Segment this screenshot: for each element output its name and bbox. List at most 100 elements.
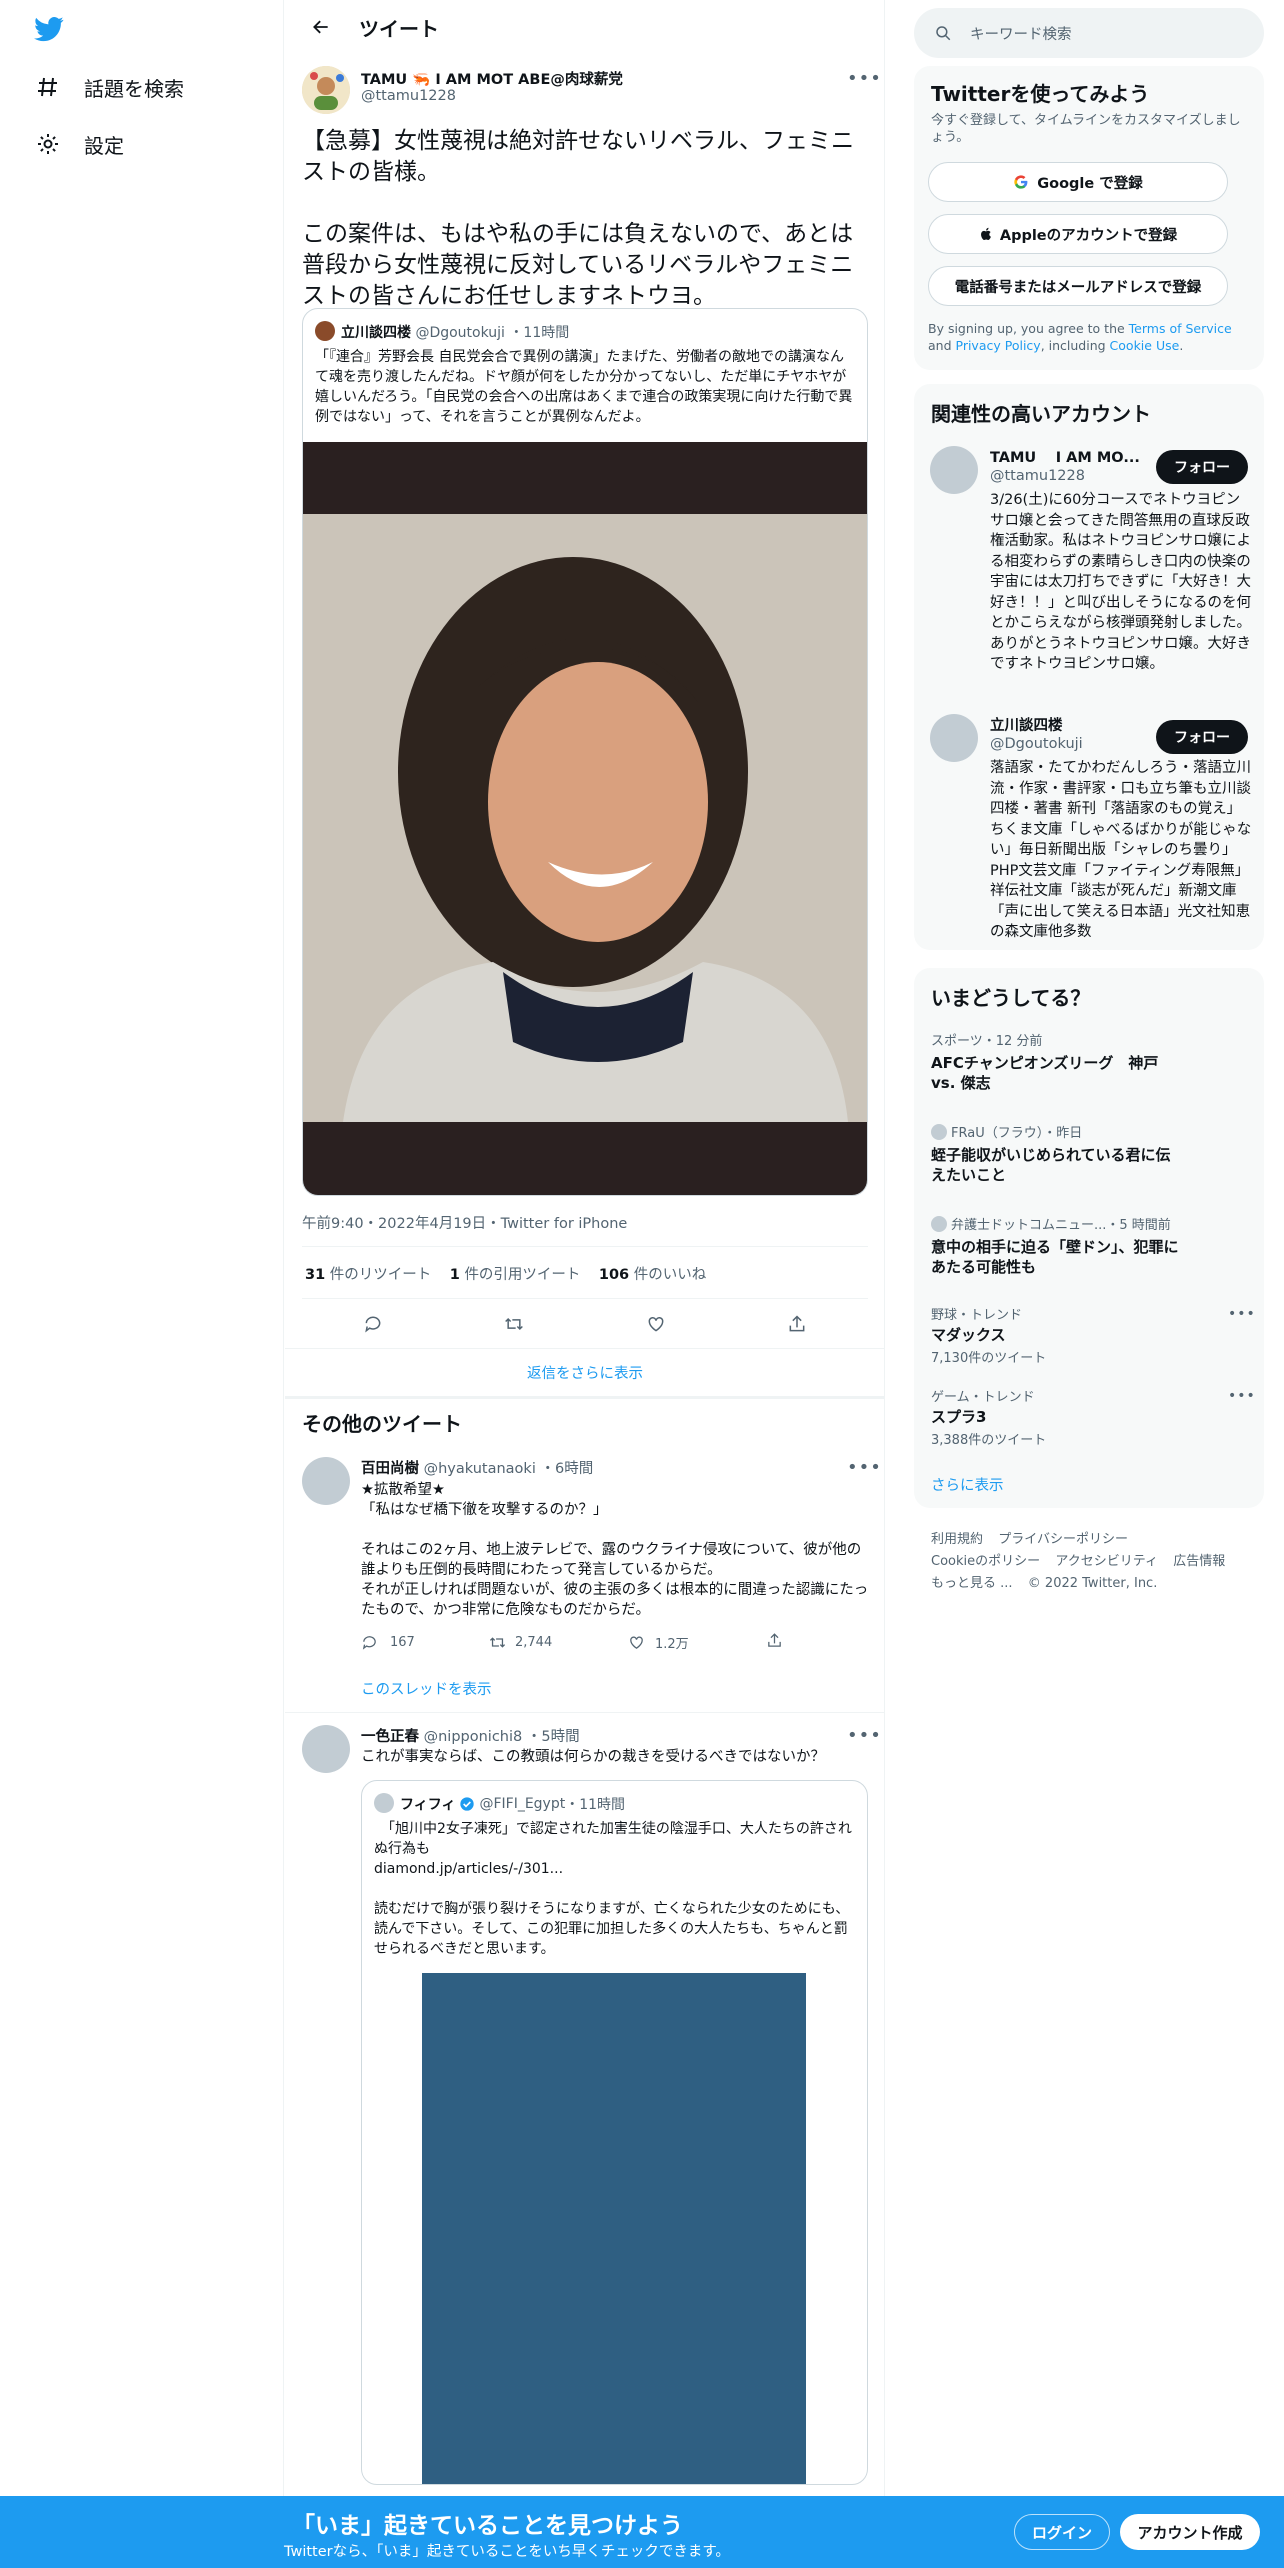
signup-title: Twitterを使ってみよう xyxy=(931,82,1150,106)
show-more-trends-link[interactable]: さらに表示 xyxy=(931,1474,1004,1495)
reply-button[interactable]: 167 xyxy=(361,1634,488,1651)
avatar[interactable] xyxy=(930,714,978,762)
account-handle[interactable]: @Dgoutokuji xyxy=(990,736,1083,752)
trend-item[interactable]: スポーツ・12 分前 AFCチャンピオンズリーグ 神戸 vs. 傑志 xyxy=(931,1030,1251,1093)
cookie-link[interactable]: Cookie Use xyxy=(1110,338,1180,353)
quote-header: 立川談四楼 @Dgoutokuji ・11時間 xyxy=(341,325,570,341)
retweet-count[interactable]: 31 件のリツイート xyxy=(305,1267,431,1283)
quoted-tweet[interactable]: 立川談四楼 @Dgoutokuji ・11時間 「『連合』芳野会長 自民党会合で… xyxy=(302,308,868,1196)
show-more-replies-link[interactable]: 返信をさらに表示 xyxy=(285,1362,885,1383)
trend-item[interactable]: FRaU（フラウ）・昨日 蛭子能収がいじめられている君に伝えたいこと xyxy=(931,1122,1251,1185)
trend-title: マダックス xyxy=(931,1326,1006,1344)
search-input[interactable]: キーワード検索 xyxy=(970,23,1072,44)
signup-button[interactable]: アカウント作成 xyxy=(1120,2514,1260,2550)
tweet-text: これが事実ならば、この教頭は何らかの裁きを受けるべきではないか？ xyxy=(361,1749,825,1765)
more-icon[interactable]: ••• xyxy=(847,1725,882,1746)
divider xyxy=(302,1246,868,1247)
quote-count[interactable]: 1 件の引用ツイート xyxy=(450,1267,581,1283)
footer-ads-link[interactable]: 広告情報 xyxy=(1173,1554,1225,1569)
follow-button[interactable]: フォロー xyxy=(1156,720,1248,754)
quoted-tweet[interactable]: フィフィ @FIFI_Egypt ・ 11時間 「旭川中2女子凍死」で認定された加… xyxy=(361,1780,868,2485)
account-name[interactable]: 立川談四楼 xyxy=(990,714,1063,735)
tweet-author-name[interactable]: 一色正春 xyxy=(361,1729,419,1745)
reply-icon[interactable] xyxy=(353,1304,393,1344)
more-icon[interactable]: ••• xyxy=(847,1457,882,1478)
footer-more-link[interactable]: もっと見る ... xyxy=(931,1576,1013,1591)
signup-terms: By signing up, you agree to the Terms of… xyxy=(928,321,1232,353)
trends-title: いまどうしてる？ xyxy=(931,986,1091,1010)
tweet-text: 【急募】女性蔑視は絶対許せないリベラル、フェミニストの皆様。 この案件は、もはや… xyxy=(302,128,854,309)
search-box[interactable]: キーワード検索 xyxy=(914,8,1264,58)
terms-link[interactable]: Terms of Service xyxy=(1129,321,1232,336)
footer-cookie-link[interactable]: Cookieのポリシー xyxy=(931,1554,1040,1569)
main-column: ツイート TAMU 🦐 I AM MOT ABE@肉球薪党 @ttamu1228… xyxy=(285,0,885,2568)
show-thread-link[interactable]: このスレッドを表示 xyxy=(361,1678,492,1699)
quote-author-name: フィフィ xyxy=(400,1797,456,1813)
quote-photo[interactable] xyxy=(422,1973,806,2484)
quote-photo[interactable] xyxy=(303,442,867,1195)
source-avatar xyxy=(931,1215,947,1232)
apple-icon xyxy=(979,226,994,242)
avatar[interactable] xyxy=(302,1725,350,1773)
google-icon xyxy=(1013,174,1029,190)
trend-category: FRaU（フラウ）・昨日 xyxy=(931,1122,1251,1141)
divider xyxy=(285,1396,885,1399)
nav-explore[interactable]: 話題を検索 xyxy=(34,63,184,111)
footer-accessibility-link[interactable]: アクセシビリティ xyxy=(1055,1554,1158,1569)
trend-item[interactable]: 野球・トレンド マダックス 7,130件のツイート xyxy=(931,1304,1251,1366)
trend-category: 弁護士ドットコムニュー...・5 時間前 xyxy=(931,1214,1251,1233)
tweet-author-handle[interactable]: @nipponichi8 xyxy=(424,1729,523,1745)
bottom-bar-subtitle: Twitterなら、「いま」起きていることをいち早くチェックできます。 xyxy=(284,2544,730,2560)
like-icon[interactable] xyxy=(636,1304,676,1344)
verified-badge-icon xyxy=(459,1796,475,1812)
trend-category: 野球・トレンド xyxy=(931,1308,1023,1323)
google-signup-button[interactable]: Google で登録 xyxy=(928,162,1228,202)
follow-button[interactable]: フォロー xyxy=(1156,450,1248,484)
trend-item[interactable]: 弁護士ドットコムニュー...・5 時間前 意中の相手に迫る「壁ドン」、犯罪にあた… xyxy=(931,1214,1251,1277)
avatar[interactable] xyxy=(930,446,978,494)
more-icon[interactable]: ••• xyxy=(1228,1306,1256,1322)
twitter-logo-icon[interactable] xyxy=(32,14,66,44)
quote-header: フィフィ @FIFI_Egypt ・ 11時間 xyxy=(400,1796,626,1813)
account-name[interactable]: TAMU I AM MO... xyxy=(990,446,1150,467)
apple-signup-button[interactable]: Appleのアカウントで登録 xyxy=(928,214,1228,254)
tweet-author-name[interactable]: 百田尚樹 xyxy=(361,1461,419,1477)
footer-terms-link[interactable]: 利用規約 xyxy=(931,1532,983,1547)
retweet-icon[interactable] xyxy=(494,1304,534,1344)
trend-item[interactable]: ゲーム・トレンド スプラ3 3,388件のツイート xyxy=(931,1386,1251,1448)
gear-icon xyxy=(34,130,62,158)
more-icon[interactable]: ••• xyxy=(847,68,882,89)
quote-author-handle: @Dgoutokuji xyxy=(415,325,505,341)
back-arrow-icon[interactable] xyxy=(303,9,339,45)
account-handle[interactable]: @ttamu1228 xyxy=(990,468,1085,484)
retweet-icon xyxy=(489,1636,506,1648)
like-button[interactable]: 1.2万 xyxy=(628,1633,766,1652)
retweet-button[interactable]: 2,744 xyxy=(488,1634,628,1651)
login-button[interactable]: ログイン xyxy=(1014,2514,1110,2550)
tweet-author-handle[interactable]: @ttamu1228 xyxy=(361,88,456,104)
tweet-time[interactable]: 6時間 xyxy=(555,1461,593,1477)
trend-title: 意中の相手に迫る「壁ドン」、犯罪にあたる可能性も xyxy=(931,1238,1179,1276)
share-icon[interactable] xyxy=(766,1632,783,1653)
source-avatar xyxy=(931,1123,947,1140)
tweet-time[interactable]: 5時間 xyxy=(541,1729,579,1745)
quote-text: 「『連合』芳野会長 自民党会合で異例の講演」たまげた、労働者の敵地での講演なんて… xyxy=(315,349,853,425)
footer-privacy-link[interactable]: プライバシーポリシー xyxy=(998,1532,1128,1547)
quote-author-name: 立川談四楼 xyxy=(341,325,411,341)
privacy-link[interactable]: Privacy Policy xyxy=(956,338,1041,353)
avatar[interactable] xyxy=(302,66,350,114)
nav-settings[interactable]: 設定 xyxy=(34,120,124,168)
tweet-author-name[interactable]: TAMU 🦐 I AM MOT ABE@肉球薪党 xyxy=(361,68,623,89)
phone-email-signup-button[interactable]: 電話番号またはメールアドレスで登録 xyxy=(928,266,1228,306)
more-icon[interactable]: ••• xyxy=(1228,1388,1256,1404)
tweet-meta[interactable]: 午前9:40・2022年4月19日・Twitter for iPhone xyxy=(302,1212,627,1233)
avatar[interactable] xyxy=(302,1457,350,1505)
like-count[interactable]: 106 件のいいね xyxy=(599,1267,706,1283)
divider xyxy=(302,1298,868,1299)
trend-title: スプラ3 xyxy=(931,1408,987,1426)
share-icon[interactable] xyxy=(777,1304,817,1344)
tweet-author-handle[interactable]: @hyakutanaoki xyxy=(424,1461,536,1477)
divider xyxy=(285,1348,885,1349)
trend-count: 7,130件のツイート xyxy=(931,1351,1047,1366)
tweet-text: ★拡散希望★ 「私はなぜ橋下徹を攻撃するのか？」 それはこの2ヶ月、地上波テレビ… xyxy=(361,1482,869,1618)
